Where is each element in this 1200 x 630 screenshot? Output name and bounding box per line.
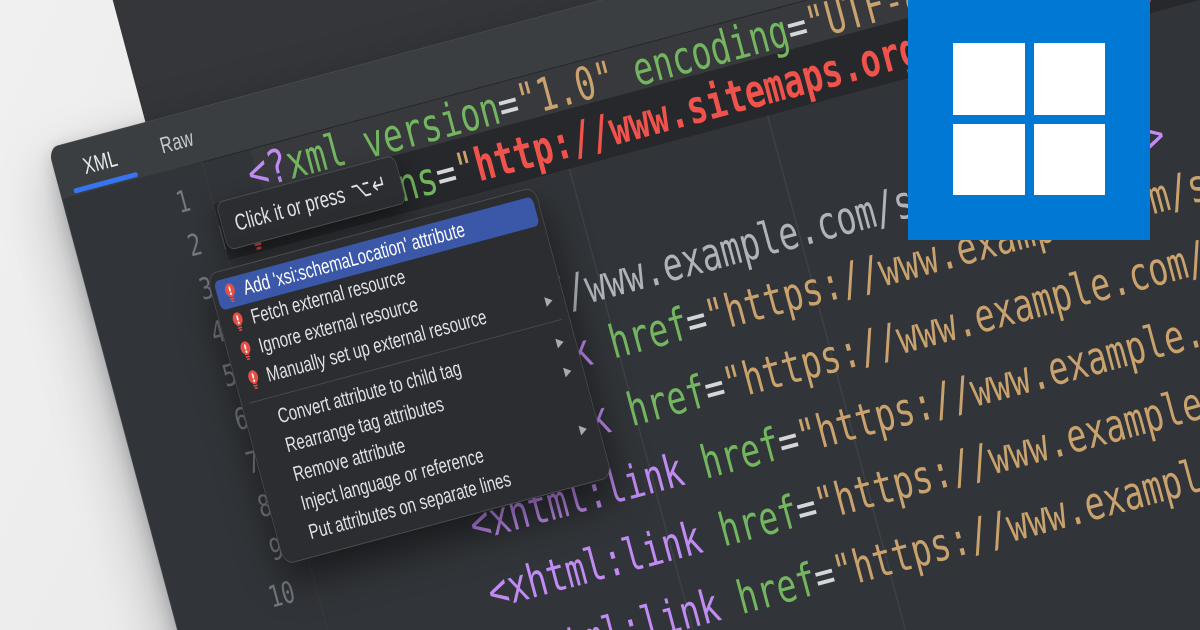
windows-logo-pane <box>1033 123 1105 195</box>
shortcut-keys: ⌥↵ <box>348 169 391 206</box>
submenu-arrow-icon: ▶ <box>562 362 573 379</box>
windows-logo-icon <box>908 0 1150 240</box>
windows-logo-pane <box>953 123 1025 195</box>
error-bulb-icon <box>220 280 241 305</box>
menu-item-icon-spacer <box>262 437 283 462</box>
submenu-arrow-icon: ▶ <box>554 333 566 350</box>
code-token: href <box>730 552 822 625</box>
windows-logo-pane <box>1033 43 1105 115</box>
submenu-arrow-icon: ▶ <box>543 291 555 309</box>
error-bulb-icon <box>228 309 249 334</box>
menu-item-icon-spacer <box>278 495 299 520</box>
code-token: href <box>712 484 804 558</box>
error-bulb-icon <box>243 367 264 392</box>
menu-item-icon-spacer <box>286 524 307 549</box>
page: XML Raw <?xml version="1.0" encoding="UT… <box>0 0 1200 630</box>
menu-item-icon-spacer <box>270 466 291 491</box>
code-token: href <box>694 416 786 490</box>
menu-item-icon-spacer <box>255 408 276 433</box>
submenu-arrow-icon: ▶ <box>577 420 589 437</box>
code-token: href <box>620 364 712 437</box>
windows-logo-pane <box>953 43 1025 115</box>
error-bulb-icon <box>236 338 257 363</box>
